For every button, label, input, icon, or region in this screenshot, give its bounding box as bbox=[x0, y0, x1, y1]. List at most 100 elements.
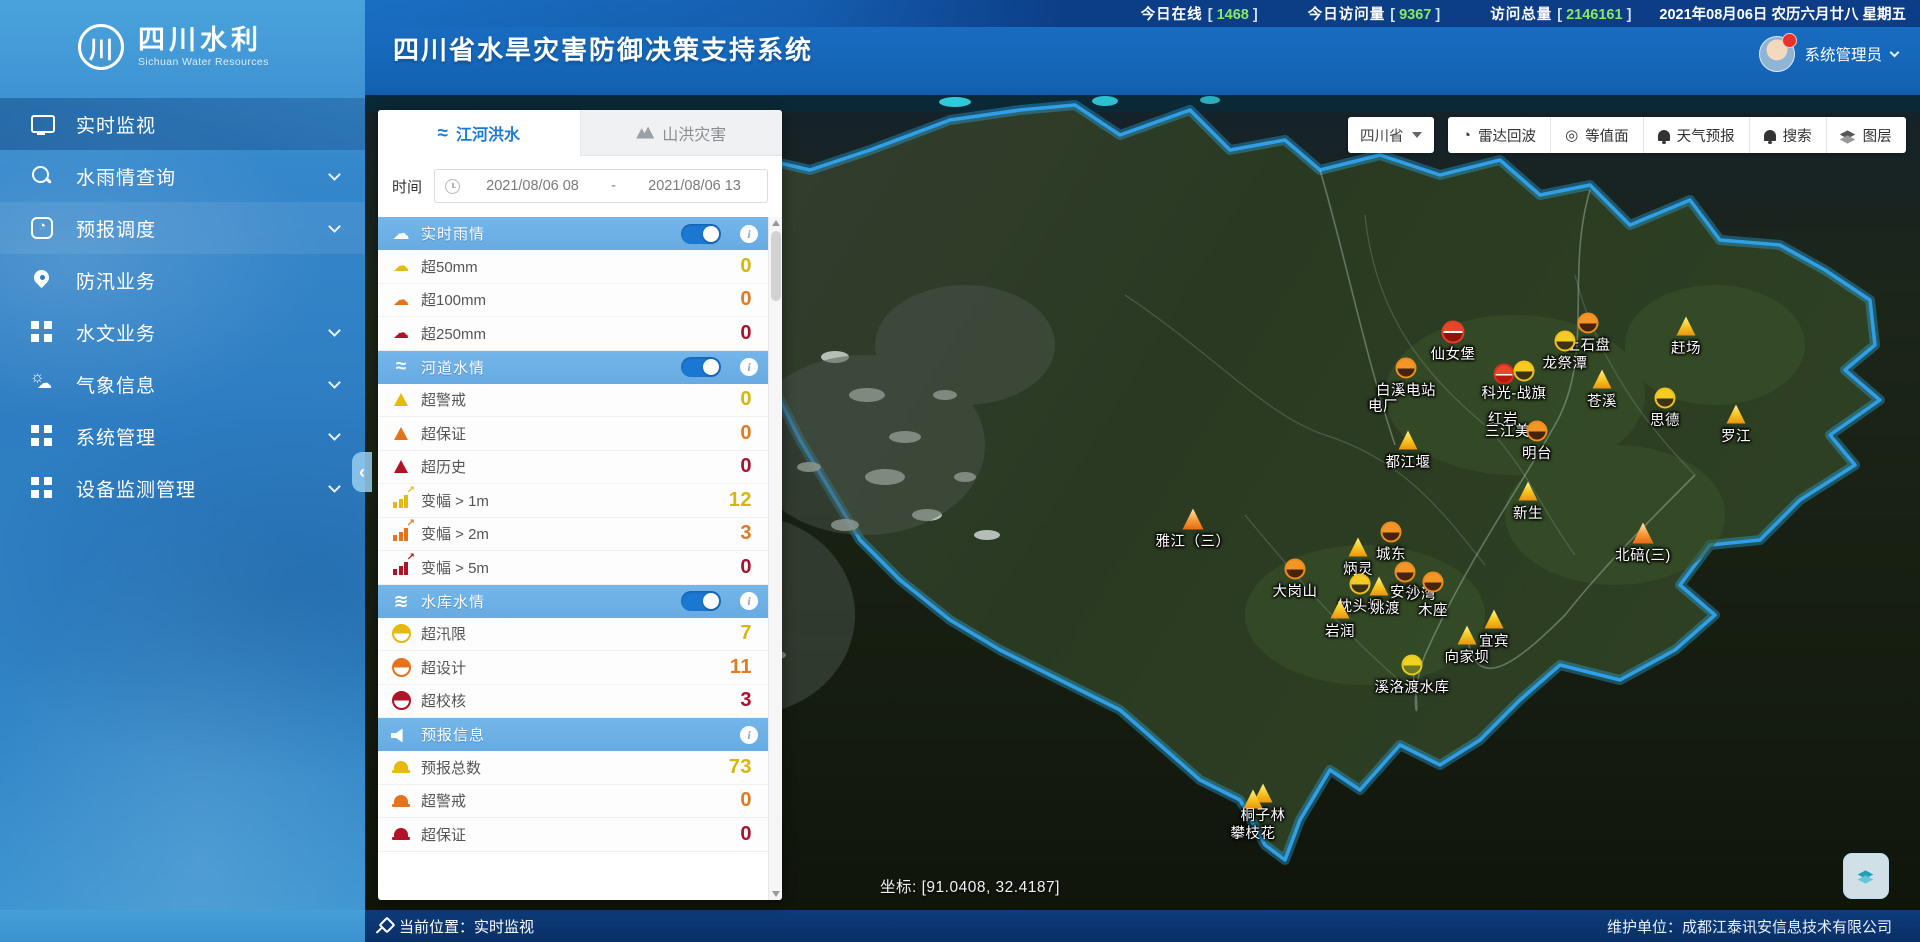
sidebar-menu: 实时监视水雨情查询预报调度防汛业务水文业务气象信息系统管理设备监测管理 bbox=[0, 98, 365, 514]
map-control-radar[interactable]: 雷达回波 bbox=[1448, 117, 1550, 153]
chevron-down-icon bbox=[1890, 47, 1900, 57]
stat-row[interactable]: 超设计11 bbox=[378, 651, 768, 685]
stat-row[interactable]: 超保证0 bbox=[378, 818, 768, 852]
map-control-iso[interactable]: 等值面 bbox=[1550, 117, 1643, 153]
stat-row[interactable]: 超警戒0 bbox=[378, 785, 768, 819]
river-icon bbox=[391, 357, 411, 377]
marker-label: 溪洛渡水库 bbox=[1375, 676, 1450, 697]
stat-value: 1468 bbox=[1217, 7, 1249, 23]
map-control-bell[interactable]: 搜索 bbox=[1749, 117, 1826, 153]
bell-icon bbox=[1658, 130, 1670, 141]
weather-icon bbox=[30, 372, 54, 396]
sidebar-item-flood-control[interactable]: 防汛业务 bbox=[0, 254, 365, 306]
map-control-layers[interactable]: 图层 bbox=[1826, 117, 1906, 153]
chevron-down-icon bbox=[328, 480, 341, 493]
basemap-button[interactable] bbox=[1843, 853, 1889, 899]
marker-label: 科光-战旗 bbox=[1481, 382, 1546, 403]
layer-toggle[interactable] bbox=[681, 357, 721, 377]
sidebar: 川 四川水利 Sichuan Water Resources 实时监视水雨情查询… bbox=[0, 0, 365, 942]
marker-label: 仙女堡 bbox=[1431, 343, 1476, 364]
time-start: 2021/08/06 08 bbox=[486, 178, 579, 194]
monitor-icon bbox=[30, 112, 54, 136]
pushpin-icon bbox=[377, 919, 391, 933]
chevron-down-icon bbox=[328, 220, 341, 233]
stat-row-value: 0 bbox=[740, 823, 756, 846]
stat-row[interactable]: 预报总数73 bbox=[378, 751, 768, 785]
logo-emblem-icon: 川 bbox=[78, 24, 124, 70]
map-control-label: 搜索 bbox=[1783, 125, 1812, 146]
marker-label: 思德 bbox=[1650, 409, 1680, 430]
bars-icon bbox=[391, 526, 411, 541]
layer-toggle[interactable] bbox=[681, 224, 721, 244]
region-selector[interactable]: 四川省 bbox=[1348, 117, 1434, 153]
chevron-down-icon bbox=[328, 168, 341, 181]
sidebar-item-system-management[interactable]: 系统管理 bbox=[0, 410, 365, 462]
time-range-input[interactable]: 2021/08/06 08 - 2021/08/06 13 bbox=[434, 169, 768, 203]
stat-row[interactable]: 超历史 0 bbox=[378, 451, 768, 485]
iso-icon bbox=[1565, 126, 1578, 144]
scroll-up-icon[interactable] bbox=[772, 220, 780, 226]
sidebar-item-realtime-monitor[interactable]: 实时监视 bbox=[0, 98, 365, 150]
footer-sidebar-segment bbox=[0, 910, 365, 942]
info-icon[interactable]: i bbox=[740, 592, 758, 610]
info-icon[interactable]: i bbox=[740, 726, 758, 744]
layer-toggle[interactable] bbox=[681, 591, 721, 611]
marker-half-orange-icon bbox=[1423, 572, 1444, 593]
bars-icon bbox=[391, 560, 411, 575]
header-stat: 访问总量 [ 2146161 ] bbox=[1468, 3, 1631, 24]
sidebar-item-water-rain-query[interactable]: 水雨情查询 bbox=[0, 150, 365, 202]
stat-bracket: [ bbox=[1390, 7, 1399, 23]
marker-half-yellow-icon bbox=[1350, 574, 1371, 595]
stat-row-label: 预报总数 bbox=[421, 757, 719, 778]
stat-row[interactable]: 超汛限7 bbox=[378, 618, 768, 652]
sidebar-item-device-monitor[interactable]: 设备监测管理 bbox=[0, 462, 365, 514]
tab-mountain-flood[interactable]: 山洪灾害 bbox=[580, 110, 783, 156]
stat-row[interactable]: 变幅 > 2m3 bbox=[378, 518, 768, 552]
panel-scrollbar[interactable] bbox=[768, 217, 782, 900]
stat-row-value: 0 bbox=[740, 789, 756, 812]
sidebar-item-meteorology[interactable]: 气象信息 bbox=[0, 358, 365, 410]
stat-row-label: 超50mm bbox=[421, 256, 730, 277]
marker-label: 木座 bbox=[1418, 599, 1448, 620]
info-icon[interactable]: i bbox=[740, 225, 758, 243]
bars-icon bbox=[391, 493, 411, 508]
map-control-bell[interactable]: 天气预报 bbox=[1643, 117, 1749, 153]
stat-row-label: 变幅 > 2m bbox=[421, 523, 730, 544]
tab-river-flood[interactable]: ≈ 江河洪水 bbox=[378, 110, 580, 156]
stat-row-label: 超历史 bbox=[421, 456, 730, 477]
section-header: 河道水情i bbox=[378, 351, 768, 384]
grid4-icon bbox=[30, 320, 54, 344]
info-icon[interactable]: i bbox=[740, 358, 758, 376]
stat-row-label: 超设计 bbox=[421, 657, 720, 678]
stat-row-label: 超100mm bbox=[421, 289, 730, 310]
stat-label: 今日在线 bbox=[1141, 7, 1208, 23]
sidebar-item-hydrology[interactable]: 水文业务 bbox=[0, 306, 365, 358]
stat-row[interactable]: 超250mm0 bbox=[378, 317, 768, 351]
scroll-thumb[interactable] bbox=[771, 231, 781, 301]
stat-row[interactable]: 超100mm0 bbox=[378, 284, 768, 318]
stat-row[interactable]: 超校核3 bbox=[378, 685, 768, 719]
sidebar-item-forecast-dispatch[interactable]: 预报调度 bbox=[0, 202, 365, 254]
stat-row-value: 0 bbox=[740, 455, 756, 478]
stat-row-label: 变幅 > 5m bbox=[421, 557, 730, 578]
stat-value: 2146161 bbox=[1566, 7, 1622, 23]
stat-row[interactable]: 变幅 > 5m0 bbox=[378, 551, 768, 585]
stat-label: 访问总量 bbox=[1490, 7, 1557, 23]
res-icon bbox=[391, 658, 411, 677]
marker-half-orange-icon bbox=[1527, 421, 1548, 442]
map-control-label: 图层 bbox=[1863, 125, 1892, 146]
scroll-down-icon[interactable] bbox=[772, 891, 780, 897]
bell-icon bbox=[1764, 130, 1776, 141]
stat-row[interactable]: 超保证0 bbox=[378, 417, 768, 451]
stat-row[interactable]: 超警戒0 bbox=[378, 384, 768, 418]
stat-row[interactable]: 超50mm0 bbox=[378, 250, 768, 284]
clock-icon bbox=[445, 179, 460, 194]
time-separator: - bbox=[611, 178, 616, 194]
section-header: 实时雨情i bbox=[378, 217, 768, 250]
stat-row[interactable]: 变幅 > 1m12 bbox=[378, 484, 768, 518]
chevron-down-icon bbox=[328, 428, 341, 441]
speaker-icon bbox=[391, 728, 411, 744]
marker-half-orange-icon bbox=[1395, 562, 1416, 583]
sidebar-collapse-handle[interactable]: ‹ bbox=[352, 452, 372, 492]
user-menu[interactable]: 系统管理员 bbox=[1759, 36, 1898, 72]
